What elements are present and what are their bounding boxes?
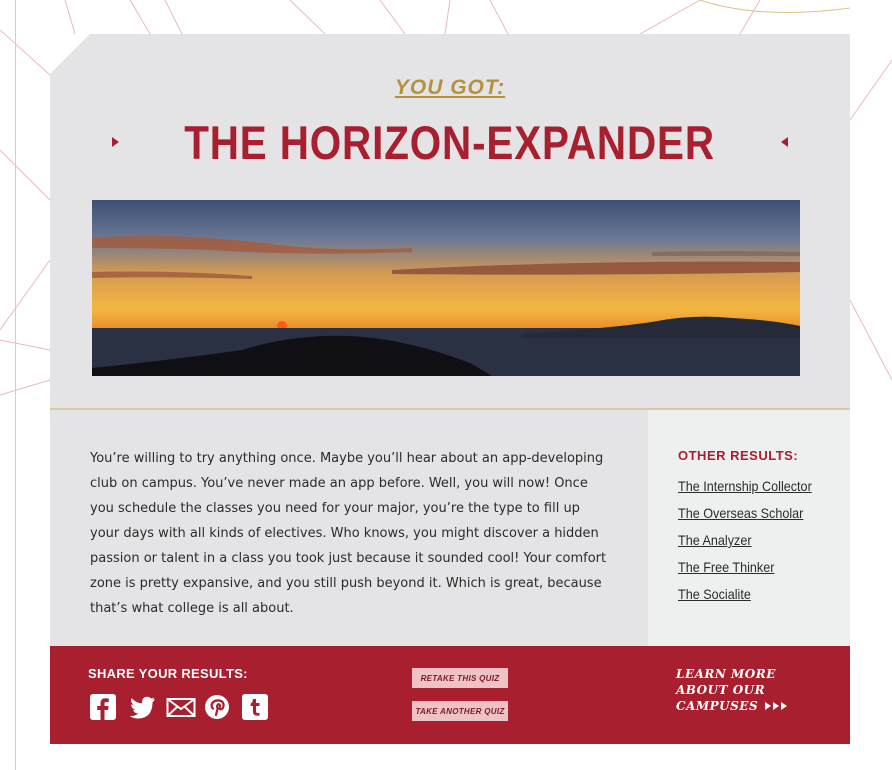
pinterest-icon[interactable]	[204, 694, 230, 720]
other-results-heading: OTHER RESULTS:	[678, 448, 799, 463]
learn-more-line-3: CAMPUSES	[676, 698, 826, 714]
learn-more-line-2: ABOUT OUR	[676, 683, 766, 697]
result-description: You’re willing to try anything once. May…	[90, 451, 607, 616]
tumblr-icon[interactable]	[242, 694, 268, 720]
other-result-link-overseas-scholar[interactable]: The Overseas Scholar	[678, 503, 812, 530]
result-header-panel: YOU GOT: THE HORIZON-EXPANDER	[50, 34, 850, 410]
take-another-quiz-button[interactable]: TAKE ANOTHER QUIZ	[412, 701, 508, 721]
result-title: THE HORIZON-EXPANDER	[184, 115, 716, 169]
triangle-right-icon	[112, 137, 120, 147]
triple-arrow-icon	[763, 699, 787, 713]
share-heading: SHARE YOUR RESULTS:	[88, 666, 248, 681]
quiz-result-card: YOU GOT: THE HORIZON-EXPANDER You’re wil…	[50, 34, 850, 744]
twitter-icon[interactable]	[128, 694, 155, 720]
other-result-link-free-thinker[interactable]: The Free Thinker	[678, 557, 812, 584]
learn-more-line-1: LEARN MORE	[676, 667, 776, 681]
result-title-row: THE HORIZON-EXPANDER	[50, 112, 850, 172]
learn-more-line-3-text: CAMPUSES	[676, 699, 759, 713]
retake-quiz-button[interactable]: RETAKE THIS QUIZ	[412, 668, 508, 688]
other-result-link-analyzer[interactable]: The Analyzer	[678, 530, 812, 557]
email-icon[interactable]	[166, 694, 196, 720]
hero-sunset-image	[92, 200, 800, 376]
other-result-link-socialite[interactable]: The Socialite	[678, 584, 812, 611]
other-results-panel: OTHER RESULTS: The Internship Collector …	[648, 410, 850, 646]
social-share-icons	[90, 694, 268, 720]
result-description-panel: You’re willing to try anything once. May…	[50, 410, 648, 646]
facebook-icon[interactable]	[90, 694, 116, 720]
other-result-link-internship-collector[interactable]: The Internship Collector	[678, 476, 812, 503]
left-border-line	[15, 0, 16, 770]
share-footer: SHARE YOUR RESULTS: RETAKE THIS QUIZ TAK…	[50, 646, 850, 744]
result-kicker: YOU GOT:	[394, 76, 506, 99]
learn-more-campuses-link[interactable]: LEARN MORE ABOUT OUR CAMPUSES	[676, 666, 826, 714]
triangle-left-icon	[780, 137, 788, 147]
other-results-list: The Internship Collector The Overseas Sc…	[678, 476, 827, 611]
